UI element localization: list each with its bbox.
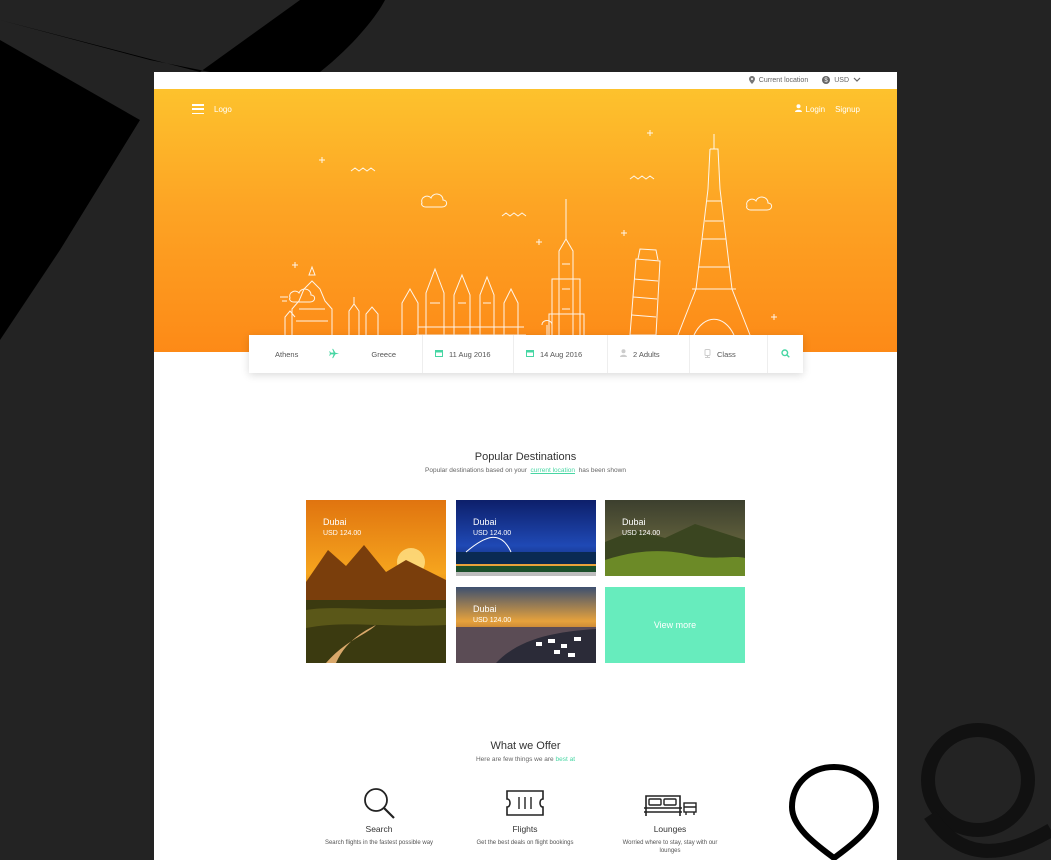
class-value: Class — [717, 349, 736, 359]
user-icon — [794, 104, 802, 114]
destination-photo — [456, 587, 596, 663]
offer-item-search: Search Search flights in the fastest pos… — [324, 786, 434, 848]
offer-description: Worried where to stay, stay with our lou… — [622, 840, 718, 854]
current-location-link[interactable]: current location — [531, 467, 575, 474]
destination-tile[interactable]: Dubai USD 124.00 — [456, 587, 596, 663]
offer-item-flights: Flights Get the best deals on flight boo… — [470, 786, 580, 848]
offer-description: Search flights in the fastest possible w… — [324, 840, 434, 846]
person-icon — [620, 349, 627, 359]
map-pin-icon — [748, 75, 755, 86]
menu-icon[interactable] — [192, 104, 204, 114]
city-skyline-illustration — [280, 130, 777, 336]
search-icon — [781, 348, 790, 360]
route-field[interactable]: Athens Greece — [249, 335, 423, 373]
view-more-button[interactable]: View more — [605, 587, 745, 663]
offer-title: Flights — [512, 824, 538, 834]
ticket-icon — [506, 790, 544, 816]
destination-photo — [456, 500, 596, 576]
return-date-field[interactable]: 14 Aug 2016 — [514, 335, 608, 373]
current-location-label: Current location — [758, 77, 809, 84]
destination-price: USD 124.00 — [622, 530, 661, 537]
airplane-icon — [329, 348, 340, 361]
top-nav: Logo Login Signup — [192, 104, 860, 114]
destination-tile[interactable]: Dubai USD 124.00 — [306, 500, 446, 663]
location-pin-decoration — [788, 763, 880, 860]
search-button[interactable] — [768, 335, 803, 373]
destination-city: Dubai — [323, 517, 347, 527]
webpage: Current location $ USD Logo Login Signup… — [154, 72, 897, 860]
bed-icon — [644, 795, 697, 816]
travellers-field[interactable]: 2 Adults — [608, 335, 690, 373]
hero-banner: Logo Login Signup — [154, 89, 897, 352]
calendar-icon — [526, 349, 534, 359]
offer-title: Search — [365, 824, 393, 834]
depart-date-value: 11 Aug 2016 — [449, 349, 491, 359]
signup-link[interactable]: Signup — [835, 105, 860, 114]
logo[interactable]: Logo — [214, 105, 232, 114]
offer-item-lounges: Lounges Worried where to stay, stay with… — [615, 786, 725, 856]
currency-label: USD — [834, 77, 849, 84]
destination-city: Dubai — [473, 517, 497, 527]
topbar: Current location $ USD — [154, 72, 897, 89]
offer-title: Lounges — [653, 824, 687, 834]
popular-destinations-title: Popular Destinations — [474, 451, 577, 463]
destination-tile[interactable]: Dubai USD 124.00 — [456, 500, 596, 576]
popular-destinations-subtitle: Popular destinations based on your curre… — [154, 467, 897, 474]
seat-icon — [704, 348, 711, 360]
class-field[interactable]: Class — [690, 335, 768, 373]
flight-search-bar: Athens Greece 11 Aug 2016 14 Aug 2016 2 … — [249, 335, 803, 373]
destination-city: Dubai — [473, 604, 497, 614]
chevron-down-icon — [853, 77, 861, 85]
travellers-value: 2 Adults — [633, 349, 660, 359]
popular-subtitle-post: has been shown — [578, 467, 626, 474]
currency-selector[interactable]: $ USD — [822, 75, 861, 86]
to-field[interactable]: Greece — [371, 350, 396, 359]
offer-subtitle-link[interactable]: best at — [555, 756, 575, 763]
destination-photo — [605, 500, 745, 576]
current-location-link[interactable]: Current location — [748, 75, 809, 86]
destination-price: USD 124.00 — [473, 530, 512, 537]
login-label: Login — [805, 104, 826, 114]
offer-description: Get the best deals on flight bookings — [476, 840, 574, 846]
destination-price: USD 124.00 — [323, 530, 362, 537]
calendar-icon — [435, 349, 443, 359]
what-we-offer-subtitle: Here are few things we are best at — [154, 756, 897, 763]
depart-date-field[interactable]: 11 Aug 2016 — [423, 335, 514, 373]
coin-icon: $ — [822, 75, 831, 86]
popular-subtitle-pre: Popular destinations based on your — [425, 467, 527, 474]
what-we-offer-title: What we Offer — [490, 740, 561, 752]
offer-subtitle-pre: Here are few things we are — [475, 756, 554, 763]
destination-city: Dubai — [622, 517, 646, 527]
destination-price: USD 124.00 — [473, 617, 512, 624]
login-link[interactable]: Login — [794, 104, 826, 114]
search-icon — [364, 788, 395, 819]
return-date-value: 14 Aug 2016 — [540, 349, 583, 359]
destination-tile[interactable]: Dubai USD 124.00 — [605, 500, 745, 576]
from-field[interactable]: Athens — [275, 350, 298, 359]
